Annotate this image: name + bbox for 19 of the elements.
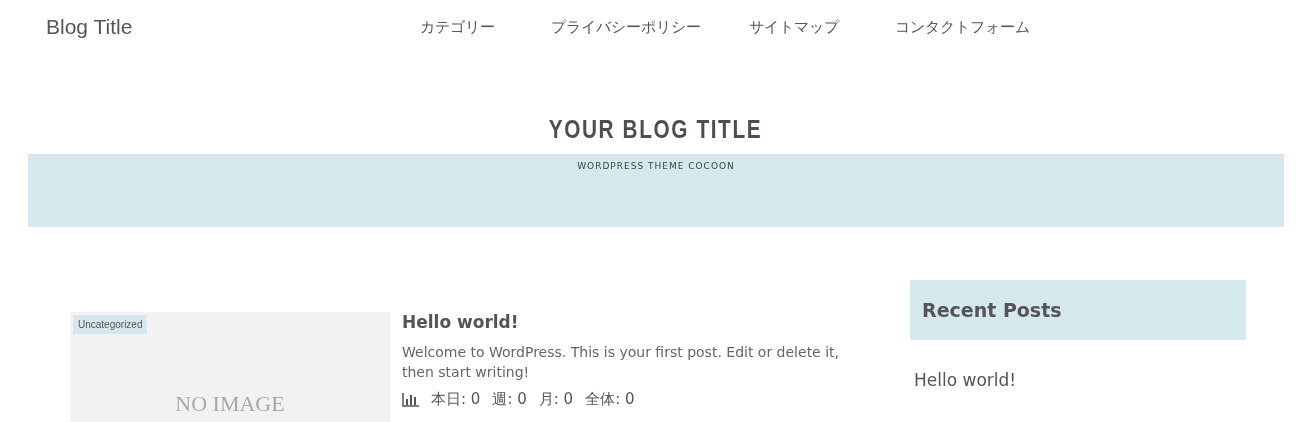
view-count: 週: 0: [492, 390, 527, 409]
widget-heading: Recent Posts: [910, 280, 1246, 340]
post-title[interactable]: Hello world!: [402, 312, 872, 332]
post-excerpt: Welcome to WordPress. This is your first post. Edit or delete it, then start writing!: [402, 343, 840, 382]
site-title[interactable]: Blog Title: [46, 15, 420, 39]
view-count: 全体: 0: [585, 390, 635, 409]
thumbnail-placeholder[interactable]: Uncategorized NO IMAGE: [70, 312, 390, 422]
recent-post-link[interactable]: Hello world!: [914, 370, 1246, 390]
nav-link[interactable]: コンタクトフォーム: [895, 17, 1030, 37]
logo-text: YOUR BLOG TITLE: [548, 114, 763, 144]
view-count: 月: 0: [538, 390, 574, 409]
nav-link[interactable]: カテゴリー: [420, 17, 551, 37]
nav-link[interactable]: プライバシーポリシー: [551, 17, 749, 37]
tagline: WORDPRESS THEME COCOON: [577, 161, 735, 171]
category-label: Uncategorized: [73, 315, 148, 334]
bar-chart-icon: [402, 392, 419, 407]
nav-link[interactable]: サイトマップ: [749, 17, 895, 37]
no-image-text: NO IMAGE: [175, 391, 285, 417]
view-count: 本日: 0: [431, 390, 481, 409]
